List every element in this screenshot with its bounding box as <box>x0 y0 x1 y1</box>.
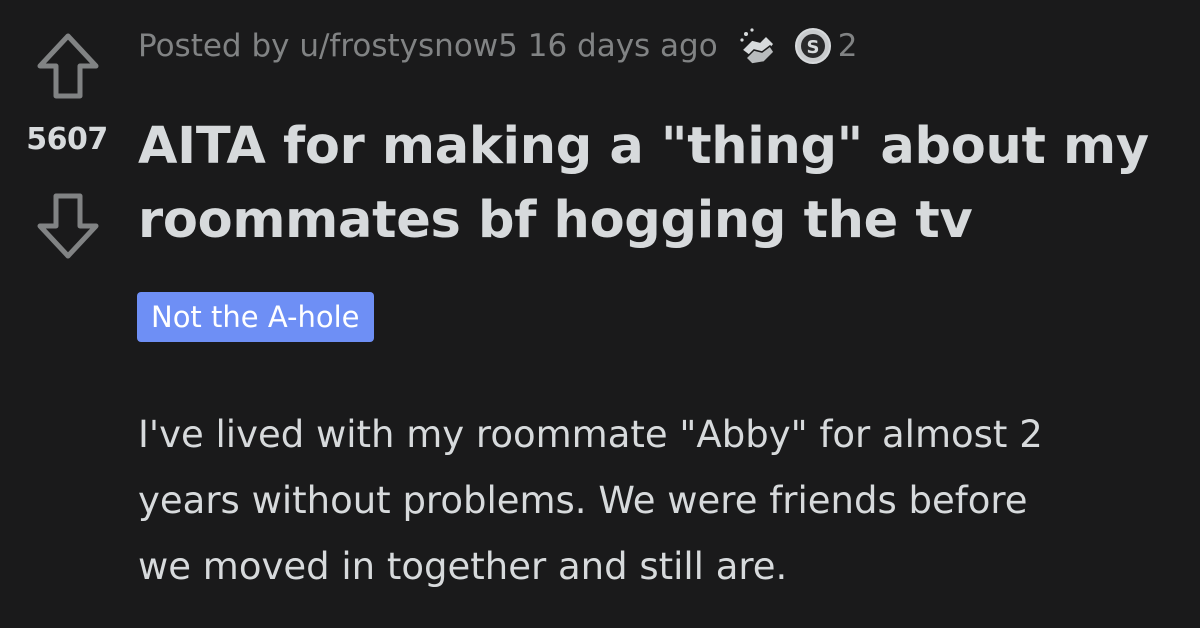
vote-score: 5607 <box>26 122 108 157</box>
posted-by-text[interactable]: Posted by u/frostysnow5 16 days ago <box>138 28 718 64</box>
body-line: I've lived with my roommate "Abby" for a… <box>138 413 1043 456</box>
body-line: we moved in together and still are. <box>138 545 788 588</box>
post-flair[interactable]: Not the A-hole <box>137 292 374 342</box>
silver-coin-award-icon[interactable]: S <box>794 27 832 65</box>
upvote-arrow-icon[interactable] <box>32 30 104 102</box>
downvote-arrow-icon[interactable] <box>32 190 104 262</box>
vote-column: 5607 <box>0 30 132 260</box>
handshake-award-icon[interactable] <box>736 24 780 68</box>
svg-text:S: S <box>806 37 819 58</box>
award-count: 2 <box>837 28 858 64</box>
post-title[interactable]: AITA for making a "thing" about my roomm… <box>138 110 1198 258</box>
post-meta: Posted by u/frostysnow5 16 days ago S 2 <box>138 22 857 70</box>
body-line: years without problems. We were friends … <box>138 479 1028 522</box>
post-body: I've lived with my roommate "Abby" for a… <box>138 402 1188 600</box>
